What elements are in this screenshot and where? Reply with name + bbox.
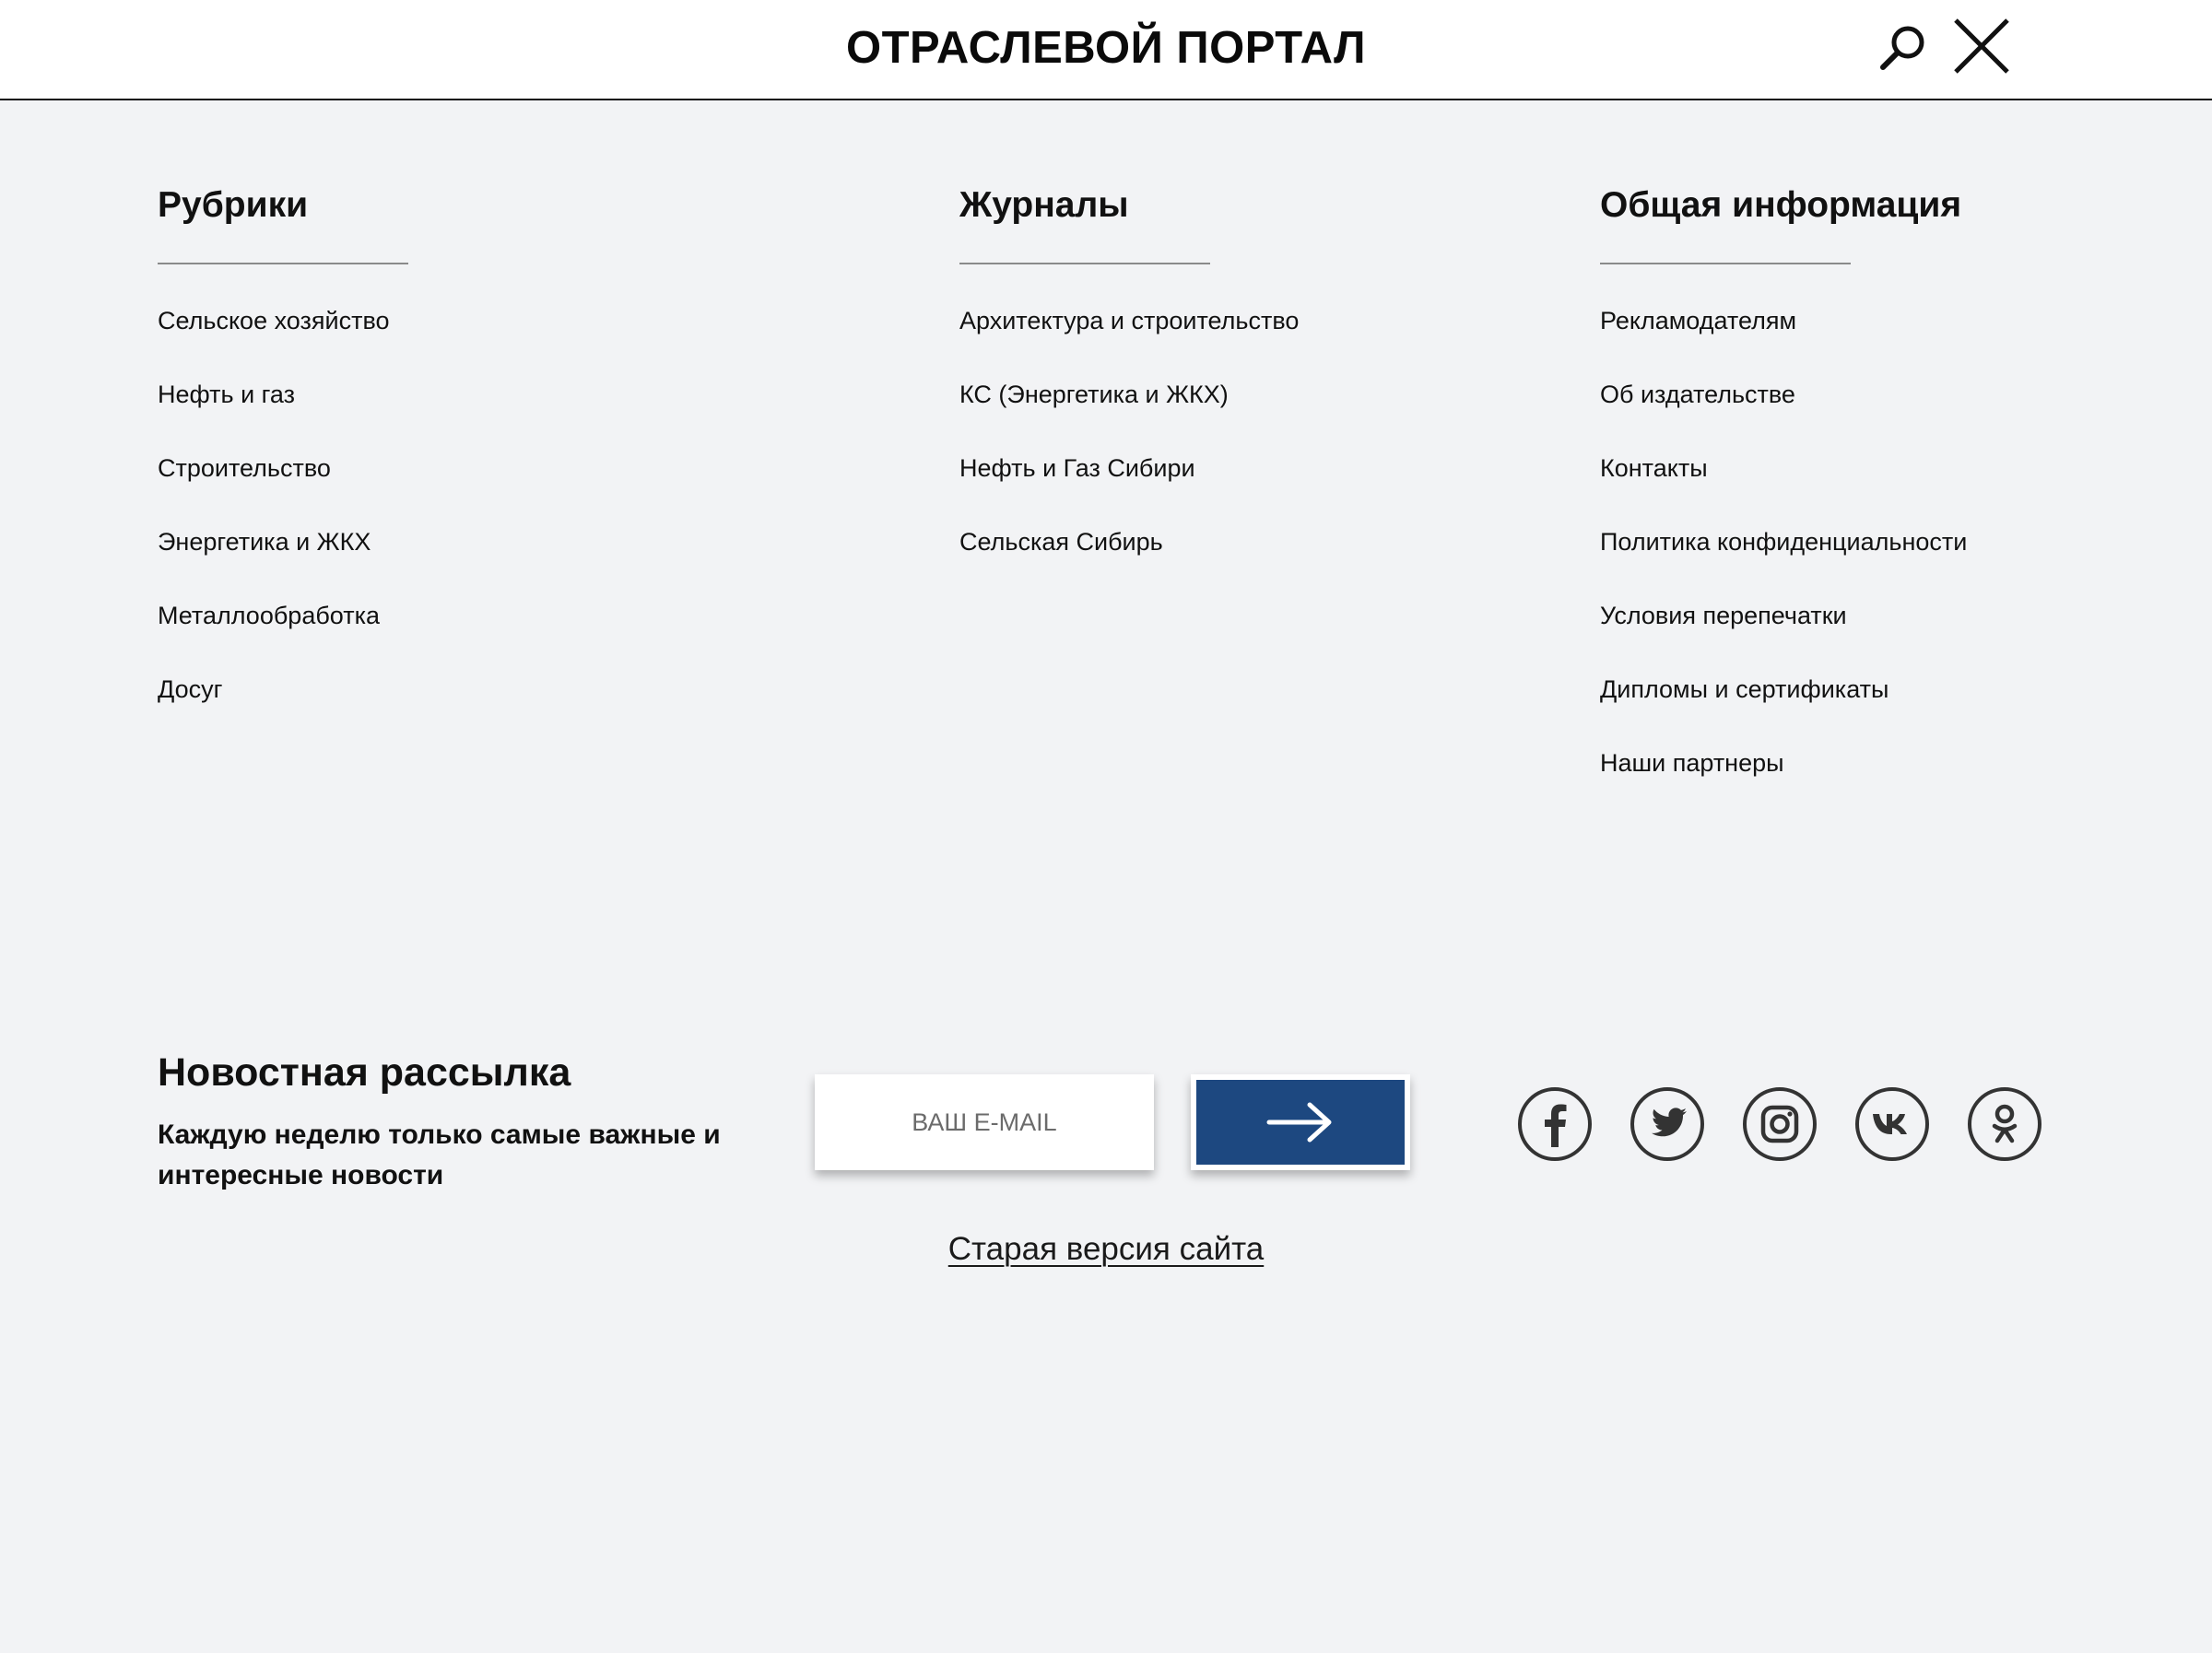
search-icon [1880,26,1924,70]
newsletter-subtitle: Каждую неделю только самые важные и инте… [158,1120,721,1190]
odnoklassniki-link[interactable] [1967,1086,2042,1162]
heading-divider [158,263,408,264]
odnoklassniki-icon [1968,1087,2041,1161]
heading-divider [1600,263,1851,264]
info-link[interactable]: Об издательстве [1600,373,1967,447]
instagram-icon [1743,1087,1817,1161]
close-menu-button[interactable] [1949,15,2014,79]
facebook-icon [1518,1087,1592,1161]
rubrics-heading: Рубрики [158,185,309,225]
old-version-link-row: Старая версия сайта [0,1231,2212,1268]
rubric-link[interactable]: Нефть и газ [158,373,408,447]
rubric-link[interactable]: Энергетика и ЖКХ [158,521,408,594]
journal-link[interactable]: КС (Энергетика и ЖКХ) [959,373,1299,447]
top-header: ОТРАСЛЕВОЙ ПОРТАЛ [0,0,2212,100]
info-link[interactable]: Условия перепечатки [1600,594,1967,668]
rubrics-column: Рубрики Сельское хозяйство Нефть и газ С… [158,182,408,742]
twitter-icon [1630,1087,1704,1161]
info-link[interactable]: Рекламодателям [1600,299,1967,373]
journals-heading: Журналы [959,185,1129,225]
email-input[interactable] [815,1074,1154,1170]
arrow-right-icon [1266,1102,1332,1143]
general-info-heading: Общая информация [1600,185,1962,225]
subscribe-button[interactable] [1191,1074,1410,1170]
general-info-list: Рекламодателям Об издательстве Контакты … [1600,299,1967,815]
heading-divider [959,263,1210,264]
journals-column: Журналы Архитектура и строительство КС (… [959,182,1299,594]
rubric-link[interactable]: Строительство [158,447,408,521]
general-info-column: Общая информация Рекламодателям Об издат… [1600,182,1967,815]
close-icon [1954,18,2009,74]
old-version-link[interactable]: Старая версия сайта [948,1231,1264,1267]
instagram-link[interactable] [1742,1086,1818,1162]
journal-link[interactable]: Нефть и Газ Сибири [959,447,1299,521]
info-link[interactable]: Политика конфиденциальности [1600,521,1967,594]
journals-list: Архитектура и строительство КС (Энергети… [959,299,1299,594]
rubrics-list: Сельское хозяйство Нефть и газ Строитель… [158,299,408,742]
newsletter-title: Новостная рассылка [158,1050,571,1095]
rubric-link[interactable]: Сельское хозяйство [158,299,408,373]
journal-link[interactable]: Архитектура и строительство [959,299,1299,373]
info-link[interactable]: Дипломы и сертификаты [1600,668,1967,742]
rubric-link[interactable]: Досуг [158,668,408,742]
search-button[interactable] [1876,20,1931,76]
journal-link[interactable]: Сельская Сибирь [959,521,1299,594]
vk-icon [1855,1087,1929,1161]
info-link[interactable]: Наши партнеры [1600,742,1967,815]
vk-link[interactable] [1854,1086,1930,1162]
twitter-link[interactable] [1630,1086,1705,1162]
info-link[interactable]: Контакты [1600,447,1967,521]
facebook-link[interactable] [1517,1086,1593,1162]
rubric-link[interactable]: Металлообработка [158,594,408,668]
